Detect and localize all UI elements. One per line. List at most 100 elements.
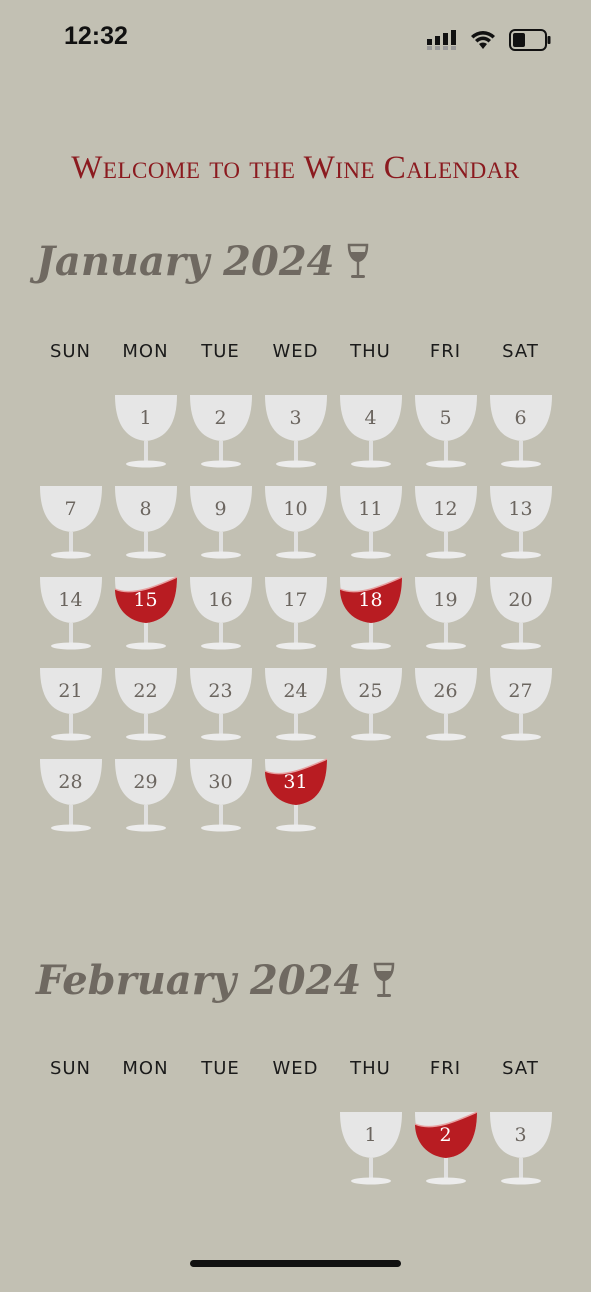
day-cell[interactable]: 28 <box>33 757 108 848</box>
day-number: 13 <box>508 498 533 520</box>
day-number: 20 <box>508 589 533 611</box>
day-number: 11 <box>358 498 383 520</box>
weekday-label: MON <box>122 1058 169 1079</box>
day-cell[interactable]: 30 <box>183 757 258 848</box>
day-number: 3 <box>289 407 302 429</box>
wine-glass-icon <box>190 668 252 741</box>
wine-glass-icon <box>40 668 102 741</box>
day-cell[interactable]: 6 <box>483 393 558 484</box>
day-number: 29 <box>133 771 158 793</box>
weekday-label: SAT <box>502 1058 539 1079</box>
home-indicator[interactable] <box>190 1260 401 1267</box>
day-cell[interactable]: 3 <box>483 1110 558 1201</box>
weekday-label: TUE <box>201 1058 240 1079</box>
wine-glass-icon <box>374 962 395 997</box>
day-cell[interactable]: 1 <box>333 1110 408 1201</box>
day-number: 26 <box>433 680 458 702</box>
day-number: 2 <box>439 1124 452 1146</box>
empty-cell <box>33 1110 108 1201</box>
wine-glass-icon <box>490 486 552 559</box>
day-cell[interactable]: 13 <box>483 484 558 575</box>
day-cell[interactable]: 1 <box>108 393 183 484</box>
wine-glass-icon <box>115 668 177 741</box>
weekday-label: SAT <box>502 341 539 362</box>
wine-glass-filled-icon <box>264 758 328 832</box>
wine-glass-icon <box>190 577 252 650</box>
weekday-label: WED <box>272 1058 319 1079</box>
day-cell[interactable]: 20 <box>483 575 558 666</box>
wine-glass-icon <box>415 395 477 468</box>
month-title: February 2024 <box>36 957 395 1004</box>
day-cell[interactable]: 24 <box>258 666 333 757</box>
day-cell-wine[interactable]: 15 <box>108 575 183 666</box>
month-title-label: February 2024 <box>36 957 362 1004</box>
day-cell[interactable]: 14 <box>33 575 108 666</box>
day-number: 21 <box>58 680 83 702</box>
wine-glass-icon <box>265 668 327 741</box>
day-number: 3 <box>514 1124 527 1146</box>
day-cell[interactable]: 17 <box>258 575 333 666</box>
empty-cell <box>33 393 108 484</box>
wine-glass-icon <box>40 486 102 559</box>
day-cell[interactable]: 26 <box>408 666 483 757</box>
wine-glass-icon <box>115 395 177 468</box>
day-cell[interactable]: 10 <box>258 484 333 575</box>
wine-glass-icon <box>490 577 552 650</box>
battery-icon <box>509 29 551 51</box>
day-cell[interactable]: 23 <box>183 666 258 757</box>
weekday-label: SUN <box>49 341 92 362</box>
day-cell[interactable]: 27 <box>483 666 558 757</box>
day-cell[interactable]: 9 <box>183 484 258 575</box>
day-number: 25 <box>358 680 383 702</box>
wine-glass-icon <box>190 395 252 468</box>
weekday-label: TUE <box>201 341 240 362</box>
day-cell[interactable]: 4 <box>333 393 408 484</box>
day-cell[interactable]: 22 <box>108 666 183 757</box>
weekday-label: WED <box>272 341 319 362</box>
wine-glass-icon <box>265 577 327 650</box>
month-title: January 2024 <box>36 238 369 285</box>
day-cell[interactable]: 3 <box>258 393 333 484</box>
day-cell[interactable]: 2 <box>183 393 258 484</box>
day-cell-wine[interactable]: 18 <box>333 575 408 666</box>
wine-glass-icon <box>190 486 252 559</box>
calendar-grid: 1 2 3 4 5 6 7 8 9 10 11 12 13 14 15 16 17 18 19 20 21 22 23 24 2… <box>33 393 558 848</box>
day-number: 12 <box>433 498 458 520</box>
wine-glass-icon <box>265 395 327 468</box>
wine-glass-icon <box>40 577 102 650</box>
day-cell[interactable]: 7 <box>33 484 108 575</box>
day-number: 19 <box>433 589 458 611</box>
day-cell-wine[interactable]: 2 <box>408 1110 483 1201</box>
day-number: 1 <box>364 1124 377 1146</box>
day-cell[interactable]: 12 <box>408 484 483 575</box>
empty-cell <box>258 1110 333 1201</box>
wine-glass-icon <box>415 577 477 650</box>
day-cell[interactable]: 11 <box>333 484 408 575</box>
day-number: 8 <box>139 498 152 520</box>
wifi-icon <box>471 31 495 49</box>
weekday-label: THU <box>350 341 391 362</box>
day-number: 27 <box>508 680 533 702</box>
day-number: 4 <box>364 407 377 429</box>
day-cell[interactable]: 16 <box>183 575 258 666</box>
day-cell[interactable]: 25 <box>333 666 408 757</box>
wine-glass-icon <box>190 759 252 832</box>
day-cell[interactable]: 5 <box>408 393 483 484</box>
wine-glass-icon <box>340 486 402 559</box>
wine-glass-icon <box>415 668 477 741</box>
day-number: 16 <box>208 589 233 611</box>
day-cell[interactable]: 19 <box>408 575 483 666</box>
day-cell[interactable]: 8 <box>108 484 183 575</box>
wine-glass-icon <box>490 395 552 468</box>
day-cell[interactable]: 21 <box>33 666 108 757</box>
day-number: 15 <box>133 589 158 611</box>
wine-glass-icon <box>347 243 368 278</box>
day-number: 1 <box>139 407 152 429</box>
wine-glass-icon <box>490 1112 552 1185</box>
day-cell[interactable]: 29 <box>108 757 183 848</box>
day-number: 9 <box>214 498 227 520</box>
day-number: 23 <box>208 680 233 702</box>
day-number: 31 <box>283 771 308 793</box>
day-cell-wine[interactable]: 31 <box>258 757 333 848</box>
weekday-label: THU <box>350 1058 391 1079</box>
